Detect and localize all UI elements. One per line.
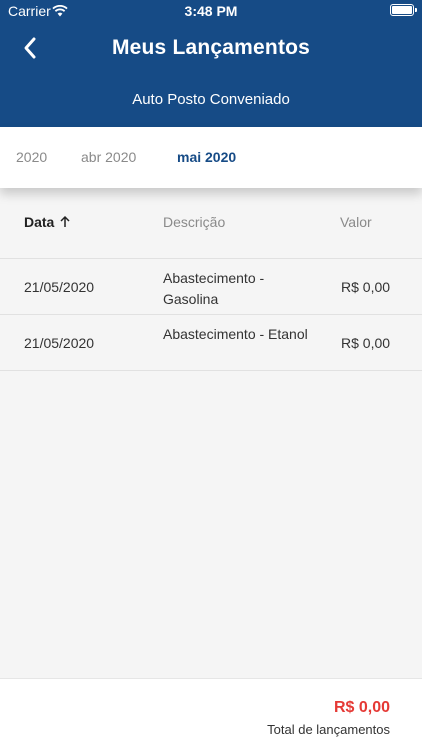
row-value: R$ 0,00 [341, 279, 391, 295]
table-row[interactable]: 21/05/2020 Abastecimento - Gasolina R$ 0… [0, 259, 422, 315]
column-value: Valor [340, 214, 372, 230]
page-title: Meus Lançamentos [111, 36, 311, 59]
tab-current-month[interactable]: mai 2020 [177, 149, 236, 165]
page-subtitle: Auto Posto Conveniado [132, 91, 290, 108]
tab-previous-month[interactable]: abr 2020 [81, 149, 136, 165]
tab-year[interactable]: 2020 [16, 149, 47, 165]
row-description: Abastecimento - Gasolina [163, 270, 265, 307]
row-date: 21/05/2020 [24, 335, 95, 351]
column-date[interactable]: Data [24, 214, 71, 230]
period-tabs: 2020 abr 2020 mai 2020 [0, 127, 422, 188]
status-bar: Carrier 3:48 PM [0, 0, 422, 22]
total-value: R$ 0,00 [333, 699, 390, 716]
row-description: Abastecimento - Etanol [163, 326, 308, 342]
row-date: 21/05/2020 [24, 279, 95, 295]
table-row[interactable]: 21/05/2020 Abastecimento - Etanol R$ 0,0… [0, 315, 422, 371]
totals-footer: R$ 0,00 Total de lançamentos [0, 678, 422, 751]
battery-icon [390, 4, 417, 16]
total-label: Total de lançamentos [267, 722, 390, 737]
row-value: R$ 0,00 [341, 335, 391, 351]
arrow-up-icon [60, 215, 70, 227]
column-description: Descrição [163, 214, 226, 230]
column-date-label: Data [24, 214, 55, 230]
app-header: Carrier 3:48 PM Meus Lançamentos Auto Po… [0, 0, 422, 127]
table-header: Data Descrição Valor [0, 188, 422, 259]
status-time: 3:48 PM [184, 3, 238, 19]
